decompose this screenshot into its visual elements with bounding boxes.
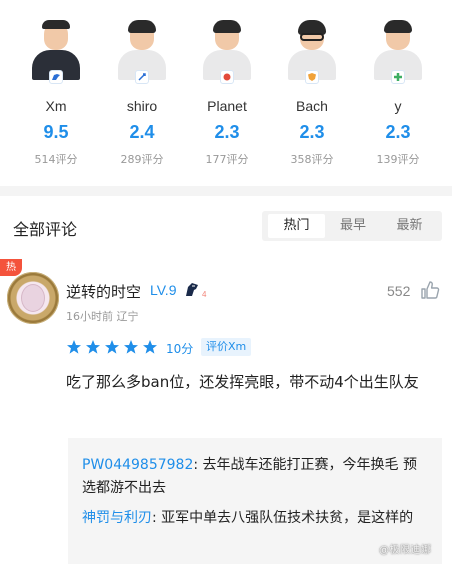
- tab-hot[interactable]: 热门: [268, 214, 325, 238]
- watermark: @极限迪娜: [379, 545, 432, 556]
- team-horse-icon: [186, 283, 198, 296]
- reply-user[interactable]: 神罚与利刃: [82, 510, 152, 526]
- player-name: y: [394, 98, 402, 114]
- user-level-badge: LV.9: [150, 282, 177, 298]
- tab-earliest[interactable]: 最早: [325, 211, 381, 241]
- rating-score: 10分: [166, 342, 194, 356]
- player-avatar: [372, 20, 424, 84]
- comment-time-location: 16小时前 辽宁: [66, 310, 139, 323]
- player-rating-count: 514评分: [34, 153, 78, 166]
- hot-badge: 热: [0, 259, 22, 276]
- comment-item: 热 逆转的时空 LV.9 4 552 16小时前 辽宁 10分 评价Xm 吃了那…: [0, 256, 452, 564]
- liquid-horse-icon: [49, 70, 63, 84]
- team-tag: 4: [202, 290, 207, 299]
- player-card-y[interactable]: y 2.3 139评分: [363, 20, 433, 167]
- player-card-shiro[interactable]: shiro 2.4 289评分: [107, 20, 177, 167]
- reply-text: 亚军中单去八强队伍技术扶贫，是这样的: [161, 510, 414, 526]
- rating-stars: [66, 339, 161, 355]
- reply-item[interactable]: 神罚与利刃: 亚军中单去八强队伍技术扶贫，是这样的: [82, 507, 428, 530]
- player-card-bach[interactable]: Bach 2.3 358评分: [277, 20, 347, 167]
- player-name: Bach: [296, 98, 328, 114]
- player-rating-count: 177评分: [205, 153, 249, 166]
- player-avatar: [286, 20, 338, 84]
- star-icon: [86, 340, 100, 354]
- player-card-xm[interactable]: Xm 9.5 514评分: [21, 20, 91, 167]
- tab-latest[interactable]: 最新: [381, 211, 438, 241]
- tiger-icon: [220, 70, 234, 84]
- comments-title: 全部评论: [13, 220, 78, 239]
- reply-item[interactable]: PW0449857982: 去年战车还能打正赛，今年换毛 预选都游不出去: [82, 454, 428, 500]
- star-icon: [124, 340, 138, 354]
- player-score: 2.3: [385, 122, 411, 142]
- comment-text: 吃了那么多ban位，还发挥亮眼，带不动4个出生队友: [66, 373, 419, 391]
- player-name: Planet: [207, 98, 247, 114]
- player-avatar: [30, 20, 82, 84]
- player-avatar: [201, 20, 253, 84]
- player-score: 9.5: [43, 122, 69, 142]
- player-rating-count: 139评分: [376, 153, 420, 166]
- star-icon: [105, 340, 119, 354]
- player-card-planet[interactable]: Planet 2.3 177评分: [192, 20, 262, 167]
- star-icon: [67, 340, 81, 354]
- player-score: 2.4: [129, 122, 155, 142]
- player-name: Xm: [45, 98, 67, 114]
- player-name: shiro: [126, 98, 158, 114]
- sort-tabs: 热门 最早 最新: [262, 211, 442, 241]
- avatar[interactable]: [7, 272, 59, 324]
- players-rating-card: Xm 9.5 514评分 shiro 2.4 289评分 Planet 2.3 …: [0, 0, 452, 186]
- rating-target-tag[interactable]: 评价Xm: [201, 338, 252, 356]
- star-icon: [143, 340, 157, 354]
- player-avatar: [116, 20, 168, 84]
- reply-user[interactable]: PW0449857982: [82, 457, 193, 473]
- shield-icon: [305, 70, 319, 84]
- player-rating-count: 289评分: [120, 153, 164, 166]
- likes-count: 552: [387, 283, 411, 299]
- sword-icon: [135, 70, 149, 84]
- comment-user-name[interactable]: 逆转的时空: [66, 281, 141, 302]
- player-score: 2.3: [299, 122, 325, 142]
- cross-icon: [391, 70, 405, 84]
- thumb-up-icon[interactable]: [419, 279, 441, 301]
- player-rating-count: 358评分: [290, 153, 334, 166]
- player-score: 2.3: [214, 122, 240, 142]
